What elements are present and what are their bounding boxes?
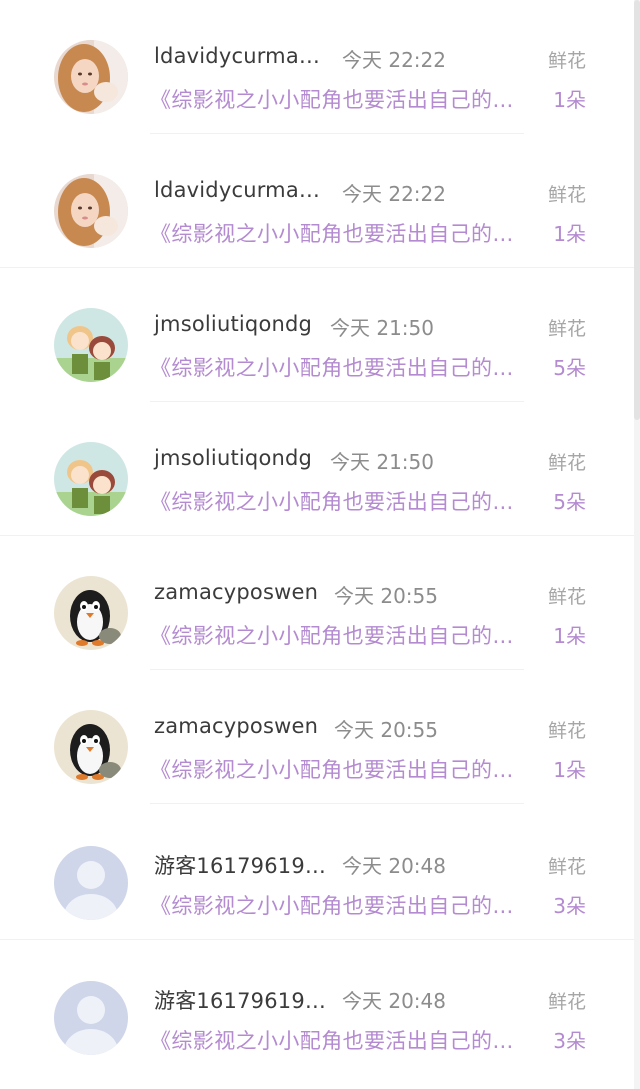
divider: [0, 939, 634, 940]
gift-type-label: 鲜花: [547, 856, 586, 878]
username[interactable]: jmsoliutiqondg: [154, 446, 312, 470]
timestamp: 今天 20:48: [342, 854, 446, 878]
gift-type-label: 鲜花: [547, 991, 586, 1013]
username[interactable]: ldavidycurma…: [154, 44, 320, 68]
list-item[interactable]: jmsoliutiqondg 今天 21:50 《综影视之小小配角也要活出自己的…: [0, 402, 634, 536]
list-item[interactable]: 游客16179619… 今天 20:48 《综影视之小小配角也要活出自己的… 鲜…: [0, 941, 634, 1075]
avatar[interactable]: [54, 846, 128, 920]
username[interactable]: zamacyposwen: [154, 714, 318, 738]
list-item[interactable]: zamacyposwen 今天 20:55 《综影视之小小配角也要活出自己的… …: [0, 670, 634, 804]
timestamp: 今天 20:55: [334, 718, 438, 742]
timestamp: 今天 20:55: [334, 584, 438, 608]
avatar[interactable]: [54, 981, 128, 1055]
username[interactable]: zamacyposwen: [154, 580, 318, 604]
gift-count: 1朵: [553, 88, 586, 112]
username[interactable]: 游客16179619…: [154, 850, 326, 880]
timestamp: 今天 21:50: [330, 316, 434, 340]
book-title-link[interactable]: 《综影视之小小配角也要活出自己的…: [150, 754, 514, 784]
gift-count: 5朵: [553, 490, 586, 514]
username[interactable]: jmsoliutiqondg: [154, 312, 312, 336]
list-item[interactable]: ldavidycurma… 今天 22:22 《综影视之小小配角也要活出自己的……: [0, 0, 634, 134]
book-title-link[interactable]: 《综影视之小小配角也要活出自己的…: [150, 84, 514, 114]
book-title-link[interactable]: 《综影视之小小配角也要活出自己的…: [150, 620, 514, 650]
gift-type-label: 鲜花: [547, 452, 586, 474]
gift-count: 3朵: [553, 894, 586, 918]
gift-type-label: 鲜花: [547, 318, 586, 340]
gift-count: 1朵: [553, 222, 586, 246]
book-title-link[interactable]: 《综影视之小小配角也要活出自己的…: [150, 486, 514, 516]
username[interactable]: ldavidycurma…: [154, 178, 320, 202]
gift-count: 5朵: [553, 356, 586, 380]
book-title-link[interactable]: 《综影视之小小配角也要活出自己的…: [150, 218, 514, 248]
scrollbar[interactable]: [634, 0, 640, 1089]
scrollbar-thumb[interactable]: [634, 0, 640, 420]
avatar[interactable]: [54, 308, 128, 382]
timestamp: 今天 20:48: [342, 989, 446, 1013]
avatar[interactable]: [54, 40, 128, 114]
timestamp: 今天 21:50: [330, 450, 434, 474]
avatar[interactable]: [54, 576, 128, 650]
list-item[interactable]: zamacyposwen 今天 20:55 《综影视之小小配角也要活出自己的… …: [0, 536, 634, 670]
username[interactable]: 游客16179619…: [154, 985, 326, 1015]
divider: [150, 803, 524, 804]
gift-count: 1朵: [553, 624, 586, 648]
timestamp: 今天 22:22: [342, 182, 446, 206]
avatar[interactable]: [54, 710, 128, 784]
list-item[interactable]: jmsoliutiqondg 今天 21:50 《综影视之小小配角也要活出自己的…: [0, 268, 634, 402]
gift-type-label: 鲜花: [547, 720, 586, 742]
avatar[interactable]: [54, 442, 128, 516]
book-title-link[interactable]: 《综影视之小小配角也要活出自己的…: [150, 352, 514, 382]
gift-count: 1朵: [553, 758, 586, 782]
list-item[interactable]: ldavidycurma… 今天 22:22 《综影视之小小配角也要活出自己的……: [0, 134, 634, 268]
avatar[interactable]: [54, 174, 128, 248]
book-title-link[interactable]: 《综影视之小小配角也要活出自己的…: [150, 1025, 514, 1055]
book-title-link[interactable]: 《综影视之小小配角也要活出自己的…: [150, 890, 514, 920]
gift-type-label: 鲜花: [547, 586, 586, 608]
list-item[interactable]: 游客16179619… 今天 20:48 《综影视之小小配角也要活出自己的… 鲜…: [0, 806, 634, 940]
gift-type-label: 鲜花: [547, 50, 586, 72]
gift-type-label: 鲜花: [547, 184, 586, 206]
gift-count: 3朵: [553, 1029, 586, 1053]
timestamp: 今天 22:22: [342, 48, 446, 72]
